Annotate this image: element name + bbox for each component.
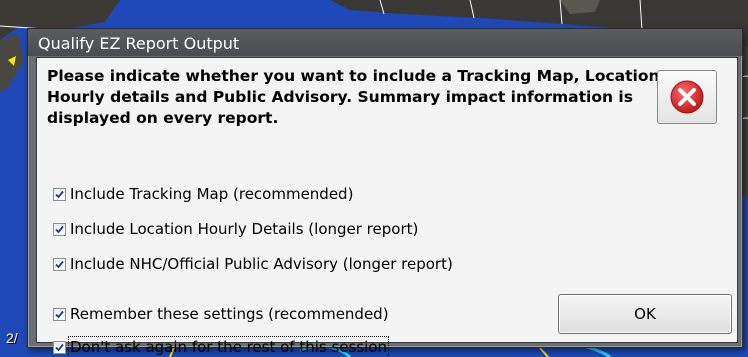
checkbox-checked-icon[interactable] <box>53 222 66 236</box>
dialog-titlebar[interactable]: Qualify EZ Report Output <box>28 29 742 56</box>
option-label: Include Location Hourly Details (longer … <box>70 220 419 238</box>
checkbox-checked-icon[interactable] <box>53 187 66 201</box>
checkbox-checked-icon[interactable] <box>53 340 66 354</box>
checkbox-checked-icon[interactable] <box>53 257 66 271</box>
close-button[interactable] <box>657 70 717 124</box>
option-tracking-map[interactable]: Include Tracking Map (recommended) <box>53 184 353 204</box>
option-dont-ask-again[interactable]: Don't ask again for the rest of this ses… <box>53 336 390 357</box>
red-x-close-icon <box>670 80 704 114</box>
option-label: Include NHC/Official Public Advisory (lo… <box>70 255 453 273</box>
option-location-hourly[interactable]: Include Location Hourly Details (longer … <box>53 219 418 239</box>
checkbox-checked-icon[interactable] <box>53 307 66 321</box>
report-output-dialog: Qualify EZ Report Output Please indicate… <box>27 28 743 357</box>
ok-button[interactable]: OK <box>558 294 732 334</box>
dialog-body: Please indicate whether you want to incl… <box>36 57 738 357</box>
option-public-advisory[interactable]: Include NHC/Official Public Advisory (lo… <box>53 254 453 274</box>
option-label: Remember these settings (recommended) <box>70 305 389 323</box>
instructions-text: Please indicate whether you want to incl… <box>47 67 660 127</box>
option-label: Don't ask again for the rest of this ses… <box>67 336 390 357</box>
option-label: Include Tracking Map (recommended) <box>70 185 354 203</box>
map-timestamp: 2/ <box>6 330 18 346</box>
dialog-title: Qualify EZ Report Output <box>38 34 240 53</box>
option-remember-settings[interactable]: Remember these settings (recommended) <box>53 304 389 324</box>
